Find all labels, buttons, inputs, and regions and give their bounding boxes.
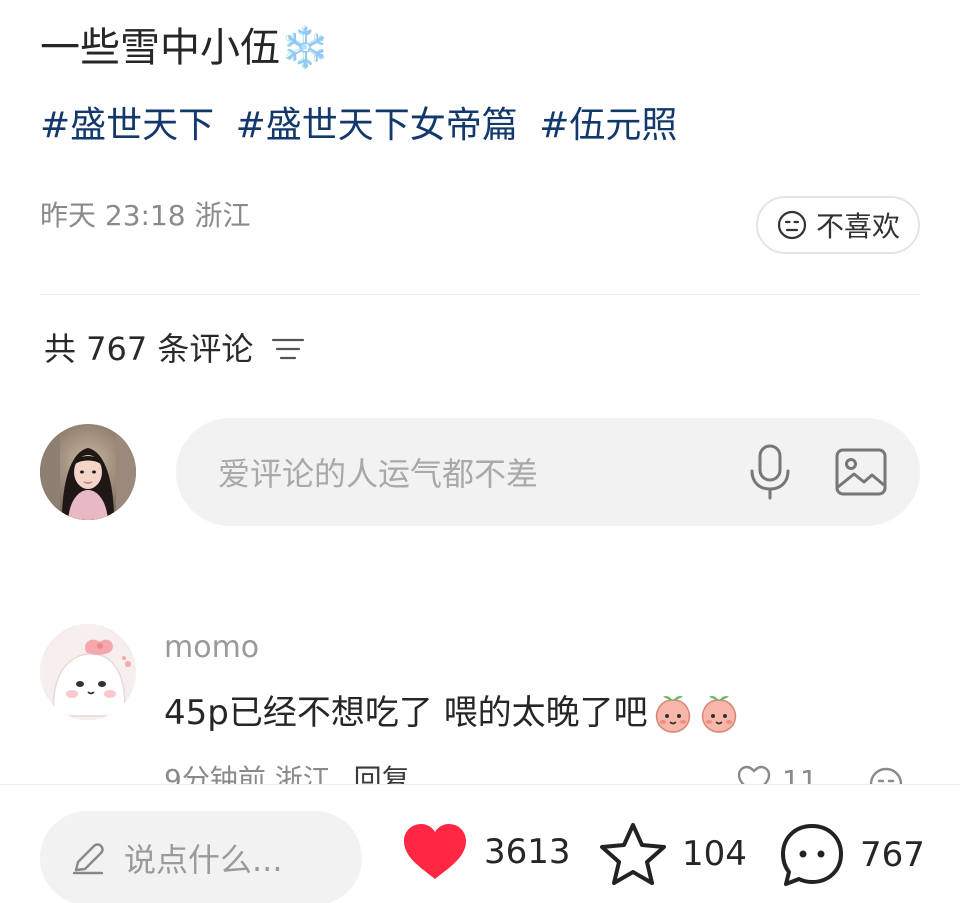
filter-lines-icon[interactable] [271,335,305,363]
dislike-button[interactable]: 不喜欢 [756,196,920,254]
comment-count-label: 共 767 条评论 [44,330,254,368]
say-something-input[interactable]: 说点什么... [40,811,362,903]
user-photo [40,424,136,520]
comment-button[interactable]: 767 [778,821,925,889]
comment-text: 45p已经不想吃了 喂的太晚了吧 [164,688,740,738]
cartoon-avatar [40,624,136,720]
star-outline-icon [600,823,666,885]
post-time-location: 昨天 23:18 浙江 [40,199,251,232]
peach-face-emoji [655,696,690,733]
commenter-name[interactable]: momo [164,628,259,668]
pencil-icon [72,843,104,875]
like-count: 3613 [484,832,571,872]
post-tags: #盛世天下 #盛世天下女帝篇 #伍元照 [40,100,687,152]
comment-body: 45p已经不想吃了 喂的太晚了吧 [164,693,648,733]
like-button[interactable]: 3613 [400,821,571,883]
post-detail-page: 一些雪中小伍❄️ #盛世天下 #盛世天下女帝篇 #伍元照 昨天 23:18 浙江… [0,0,960,903]
post-title-text: 一些雪中小伍 [40,25,280,71]
favorite-count: 104 [682,834,747,874]
comment-input-placeholder: 爱评论的人运气都不差 [218,455,539,493]
comment-input[interactable]: 爱评论的人运气都不差 [176,418,920,526]
commenter-avatar[interactable] [40,624,136,720]
tag-link[interactable]: #盛世天下女帝篇 [236,105,518,146]
meh-face-icon [777,210,807,240]
favorite-button[interactable]: 104 [598,821,747,887]
snowflake-icon: ❄️ [280,25,330,71]
dislike-label: 不喜欢 [815,210,900,243]
divider [40,294,920,295]
heart-filled-icon [404,824,466,879]
say-something-placeholder: 说点什么... [124,841,283,879]
tag-link[interactable]: #盛世天下 [40,105,214,146]
bottom-action-bar: 说点什么... 3613 104 767 [0,784,960,903]
comment-count: 767 [860,835,925,875]
peach-face-emoji [701,696,736,733]
chat-bubble-icon [781,824,843,886]
microphone-icon[interactable] [746,443,794,501]
tag-link[interactable]: #伍元照 [539,105,677,146]
comment-item: momo 45p已经不想吃了 喂的太晚了吧 9分钟前 浙江 回复 11 [40,620,920,801]
comments-header: 共 767 条评论 [44,326,305,372]
my-avatar[interactable] [40,424,136,520]
image-icon[interactable] [834,445,888,499]
post-title: 一些雪中小伍❄️ [40,18,330,78]
